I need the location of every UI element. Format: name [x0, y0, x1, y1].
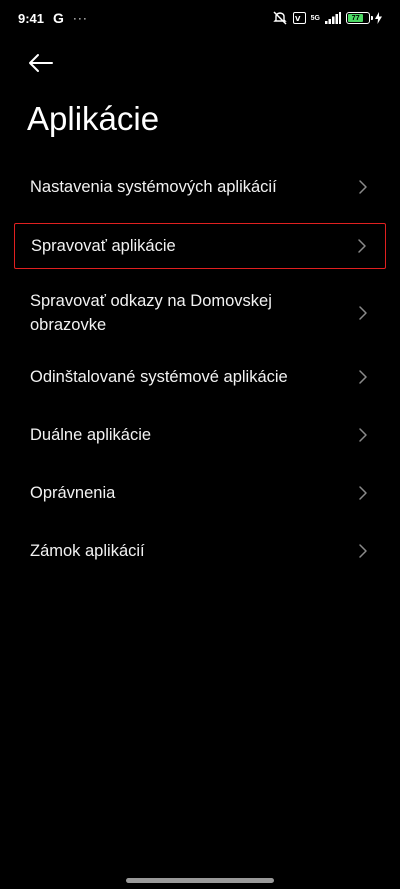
status-left: 9:41 G ···: [18, 10, 88, 26]
menu-item-label: Oprávnenia: [30, 484, 116, 502]
chevron-right-icon: [359, 180, 367, 194]
chevron-right-icon: [359, 544, 367, 558]
menu-item-label: Spravovať aplikácie: [31, 237, 176, 255]
signal-icon: [325, 12, 341, 24]
mute-icon: [272, 11, 288, 25]
chevron-right-icon: [359, 370, 367, 384]
status-bar: 9:41 G ··· V 5G 77: [0, 0, 400, 36]
menu-item-label: Spravovať odkazy na Domovskej obrazovke: [30, 292, 272, 334]
google-icon: G: [53, 10, 64, 26]
menu-item-manage-apps[interactable]: Spravovať aplikácie: [14, 223, 386, 269]
menu-item-label: Zámok aplikácií: [30, 542, 145, 560]
back-button[interactable]: [26, 50, 56, 76]
chevron-right-icon: [359, 306, 367, 320]
menu-item-permissions[interactable]: Oprávnenia: [14, 470, 386, 516]
more-notifications-icon: ···: [72, 11, 88, 25]
chevron-right-icon: [359, 486, 367, 500]
network-5g-badge: 5G: [310, 14, 320, 22]
menu-item-home-screen-shortcuts[interactable]: Spravovať odkazy na Domovskej obrazovke: [14, 286, 386, 340]
arrow-left-icon: [29, 54, 53, 72]
page-title: Aplikácie: [27, 100, 160, 137]
status-time: 9:41: [18, 10, 45, 26]
battery-level: 77: [348, 14, 364, 22]
menu-item-app-lock[interactable]: Zámok aplikácií: [14, 528, 386, 574]
menu-item-label: Odinštalované systémové aplikácie: [30, 368, 288, 386]
menu-item-uninstalled-system-apps[interactable]: Odinštalované systémové aplikácie: [14, 354, 386, 400]
menu-item-label: Duálne aplikácie: [30, 426, 152, 444]
charging-icon: [375, 12, 382, 24]
home-indicator[interactable]: [126, 878, 274, 883]
menu-item-system-app-settings[interactable]: Nastavenia systémových aplikácií: [14, 164, 386, 210]
status-right: V 5G 77: [272, 11, 382, 25]
chevron-right-icon: [359, 428, 367, 442]
svg-text:V: V: [295, 15, 301, 22]
chevron-right-icon: [358, 239, 366, 253]
battery-indicator: 77: [346, 12, 373, 24]
menu-item-dual-apps[interactable]: Duálne aplikácie: [14, 412, 386, 458]
vowifi-badge: V: [292, 12, 306, 24]
menu-item-label: Nastavenia systémových aplikácií: [30, 178, 277, 196]
app-settings-screen: 9:41 G ··· V 5G 77 Aplikácie Nastavenia …: [0, 0, 400, 889]
